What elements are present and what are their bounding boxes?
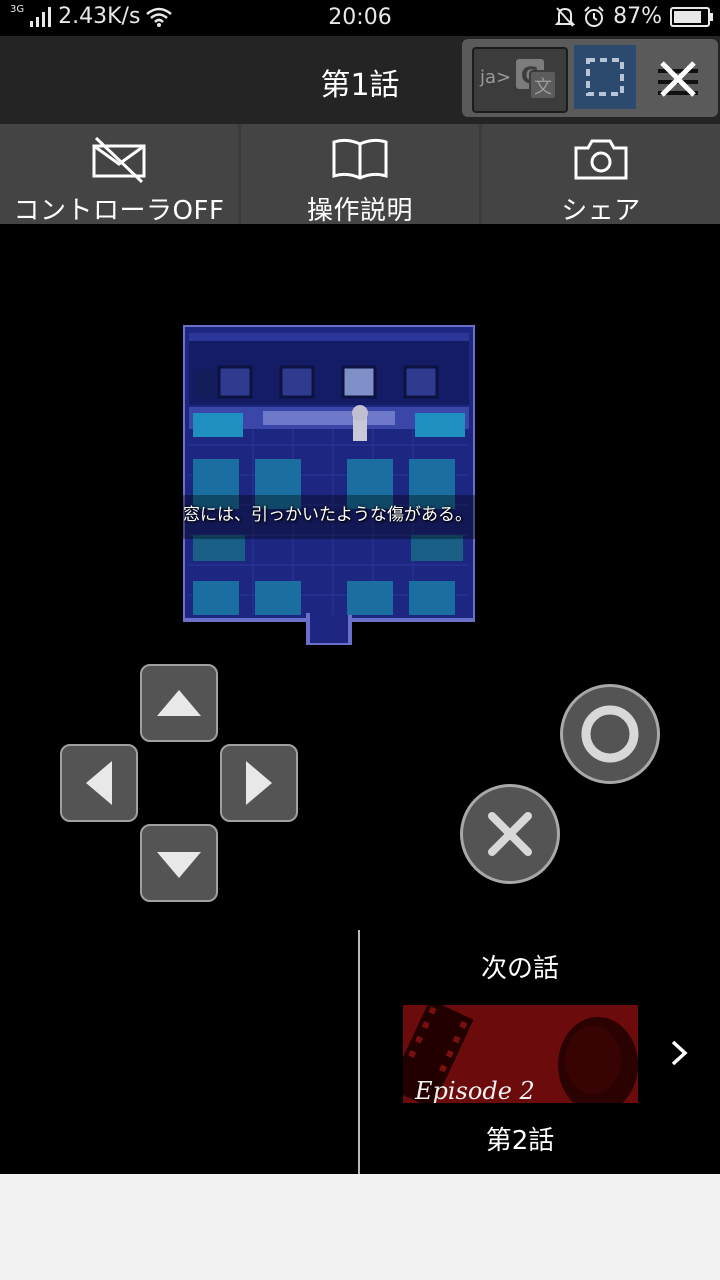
next-episode-panel: 次の話 Episode 2 第2話 [0,930,720,1174]
dpad-left-button[interactable] [60,744,138,822]
controller-toggle-label: コントローラOFF [13,196,225,226]
cross-icon [488,812,532,856]
dpad-right-button[interactable] [220,744,298,822]
help-button[interactable]: 操作説明 [241,124,479,226]
toolbar: コントローラOFF 操作説明 シェア [0,124,720,226]
translate-button[interactable]: ja> G 文 [472,47,568,113]
game-dialog-text: 窓には、引っかいたような傷がある。 [183,505,472,525]
dpad-up-button[interactable] [140,664,218,742]
close-button[interactable] [648,49,708,109]
next-episode-thumbnail[interactable]: Episode 2 [403,1005,638,1103]
cancel-x-button[interactable] [460,784,560,884]
status-bar: 3G 2.43K/s 20:06 87% [0,0,720,36]
mute-bell-icon [555,6,576,27]
circle-icon [581,705,639,763]
alarm-icon [584,5,604,27]
chevron-right-icon[interactable] [664,1038,694,1068]
next-episode-label: 第2話 [485,1126,555,1156]
arrow-up-icon [157,690,201,716]
arrow-right-icon [246,761,272,805]
battery-percent: 87% [613,4,662,29]
dpad-down-button[interactable] [140,824,218,902]
arrow-down-icon [157,852,201,878]
next-episode-heading: 次の話 [480,954,559,984]
title-tools: ja> G 文 [462,39,718,117]
selection-icon [586,58,624,96]
arrow-left-icon [86,761,112,805]
help-label: 操作説明 [306,196,413,226]
close-menu-icon [658,61,698,97]
translate-label: ja> [480,67,512,88]
svg-text:文: 文 [534,77,552,98]
game-screen[interactable] [183,325,475,645]
camera-icon [574,139,628,180]
bottom-area [0,1174,720,1280]
share-button[interactable]: シェア [482,124,720,226]
status-right: 87% [555,4,713,29]
thumbnail-title: Episode 2 [415,1077,535,1103]
share-label: シェア [561,196,641,226]
area-select-button[interactable] [574,45,636,109]
confirm-o-button[interactable] [560,684,660,784]
controller-toggle-button[interactable]: コントローラOFF [0,124,238,226]
book-icon [332,138,388,180]
battery-icon [670,6,713,27]
title-bar: 第1話 ja> G 文 [0,36,720,124]
translate-icon: G 文 [516,59,557,100]
controller-off-icon [92,136,146,184]
